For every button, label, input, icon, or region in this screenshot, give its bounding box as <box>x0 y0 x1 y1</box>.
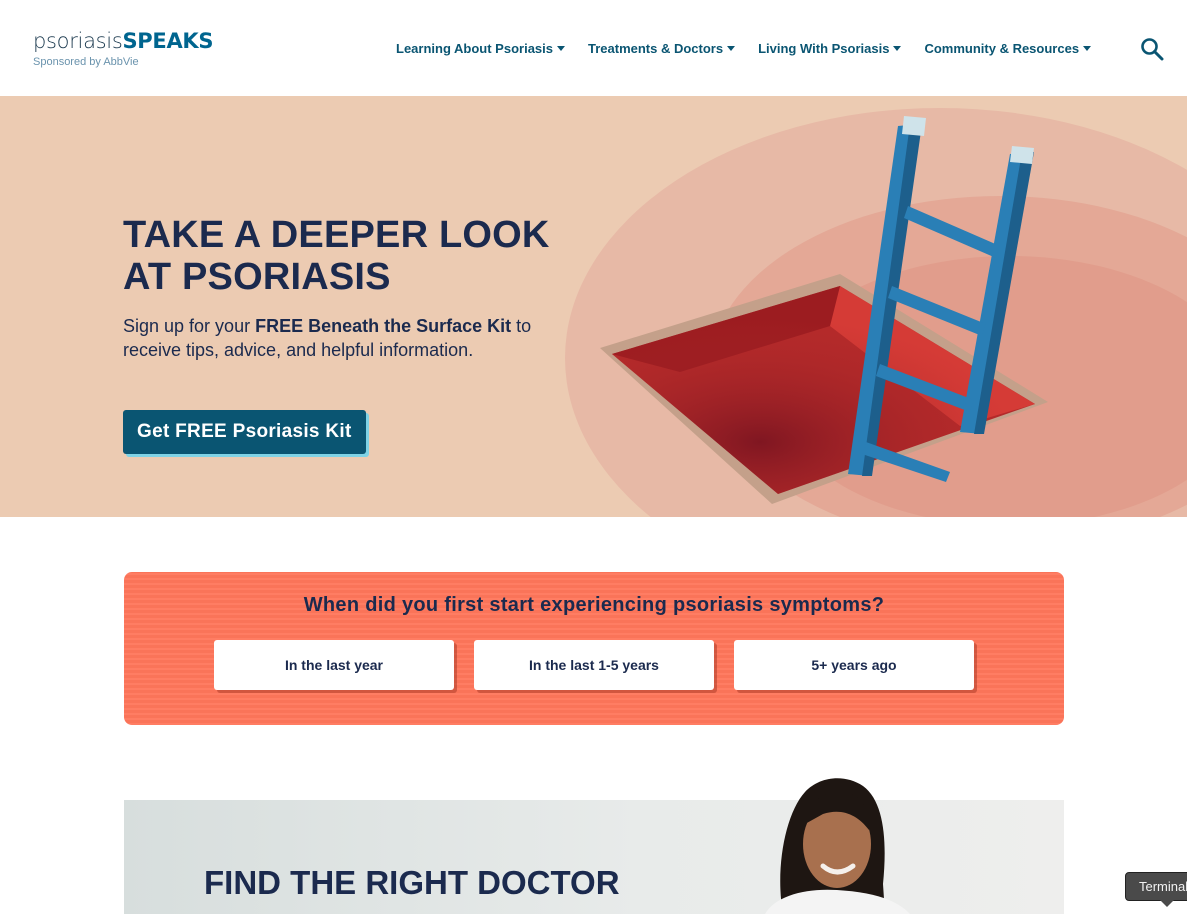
caret-down-icon <box>893 46 902 51</box>
find-doctor-banner: FIND THE RIGHT DOCTOR <box>124 800 1064 914</box>
main-nav: Learning About Psoriasis Treatments & Do… <box>396 41 1092 56</box>
nav-item-learning-about-psoriasis[interactable]: Learning About Psoriasis <box>396 41 565 56</box>
caret-down-icon <box>1083 46 1092 51</box>
get-free-kit-button[interactable]: Get FREE Psoriasis Kit <box>123 410 366 454</box>
logo-sponsor-text: Sponsored by AbbVie <box>33 56 139 68</box>
tooltip-arrow <box>1160 900 1174 907</box>
quiz-option-last-year[interactable]: In the last year <box>214 640 454 690</box>
nav-item-label: Living With Psoriasis <box>758 41 890 56</box>
site-header: psoriasisSPEAKS Sponsored by AbbVie Lear… <box>0 0 1187 96</box>
site-logo[interactable]: psoriasisSPEAKS Sponsored by AbbVie <box>33 29 214 68</box>
ladder-hole-illustration <box>565 108 1187 517</box>
quiz-question: When did you first start experiencing ps… <box>303 594 885 616</box>
search-icon[interactable] <box>1140 37 1164 61</box>
quiz-option-last-1-5-years[interactable]: In the last 1-5 years <box>474 640 714 690</box>
symptom-quiz-card: When did you first start experiencing ps… <box>124 572 1064 725</box>
logo-wordmark: psoriasisSPEAKS <box>33 29 214 53</box>
hero-banner: TAKE A DEEPER LOOK AT PSORIASIS Sign up … <box>0 96 1187 517</box>
logo-wordmark-bold: SPEAKS <box>122 29 214 53</box>
nav-item-treatments-doctors[interactable]: Treatments & Doctors <box>588 41 736 56</box>
nav-item-community-resources[interactable]: Community & Resources <box>924 41 1092 56</box>
terminal-tooltip: Terminal <box>1125 872 1187 901</box>
hero-description: Sign up for your FREE Beneath the Surfac… <box>123 314 543 362</box>
caret-down-icon <box>557 46 565 51</box>
nav-item-label: Treatments & Doctors <box>588 41 724 56</box>
quiz-option-5-plus-years[interactable]: 5+ years ago <box>734 640 974 690</box>
hero-description-bold: FREE Beneath the Surface Kit <box>255 316 512 336</box>
hero-title: TAKE A DEEPER LOOK AT PSORIASIS <box>123 214 550 298</box>
logo-wordmark-light: psoriasis <box>33 29 123 53</box>
nav-item-label: Community & Resources <box>924 41 1080 56</box>
caret-down-icon <box>727 46 736 51</box>
nav-item-label: Learning About Psoriasis <box>396 41 553 56</box>
find-doctor-title: FIND THE RIGHT DOCTOR <box>204 864 620 901</box>
doctor-portrait <box>765 778 910 914</box>
nav-item-living-with-psoriasis[interactable]: Living With Psoriasis <box>758 41 902 56</box>
hero-description-pre: Sign up for your <box>123 316 256 336</box>
